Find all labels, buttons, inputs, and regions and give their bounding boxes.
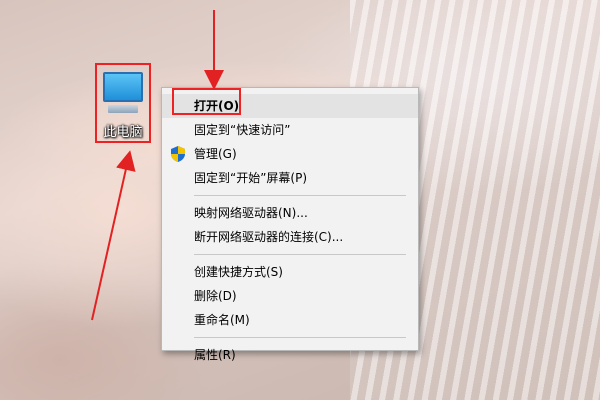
menu-item-manage[interactable]: 管理(G) bbox=[162, 142, 418, 166]
menu-item-delete[interactable]: 删除(D) bbox=[162, 284, 418, 308]
menu-item-pin-quick-access[interactable]: 固定到“快速访问” bbox=[162, 118, 418, 142]
menu-item-manage-label: 管理(G) bbox=[194, 147, 237, 161]
menu-separator bbox=[194, 337, 406, 338]
menu-item-map-network-drive[interactable]: 映射网络驱动器(N)... bbox=[162, 201, 418, 225]
uac-shield-icon bbox=[171, 146, 185, 162]
menu-separator bbox=[194, 195, 406, 196]
menu-item-pin-start[interactable]: 固定到“开始”屏幕(P) bbox=[162, 166, 418, 190]
open-highlight-box bbox=[172, 88, 241, 115]
menu-item-rename[interactable]: 重命名(M) bbox=[162, 308, 418, 332]
menu-separator bbox=[194, 254, 406, 255]
menu-item-create-shortcut[interactable]: 创建快捷方式(S) bbox=[162, 260, 418, 284]
menu-item-properties[interactable]: 属性(R) bbox=[162, 343, 418, 367]
menu-item-disconnect-network-drive[interactable]: 断开网络驱动器的连接(C)... bbox=[162, 225, 418, 249]
context-menu: 打开(O) 固定到“快速访问” 管理(G) 固定到“开始”屏幕(P) 映射网络驱… bbox=[161, 87, 419, 362]
icon-highlight-box bbox=[95, 63, 151, 143]
